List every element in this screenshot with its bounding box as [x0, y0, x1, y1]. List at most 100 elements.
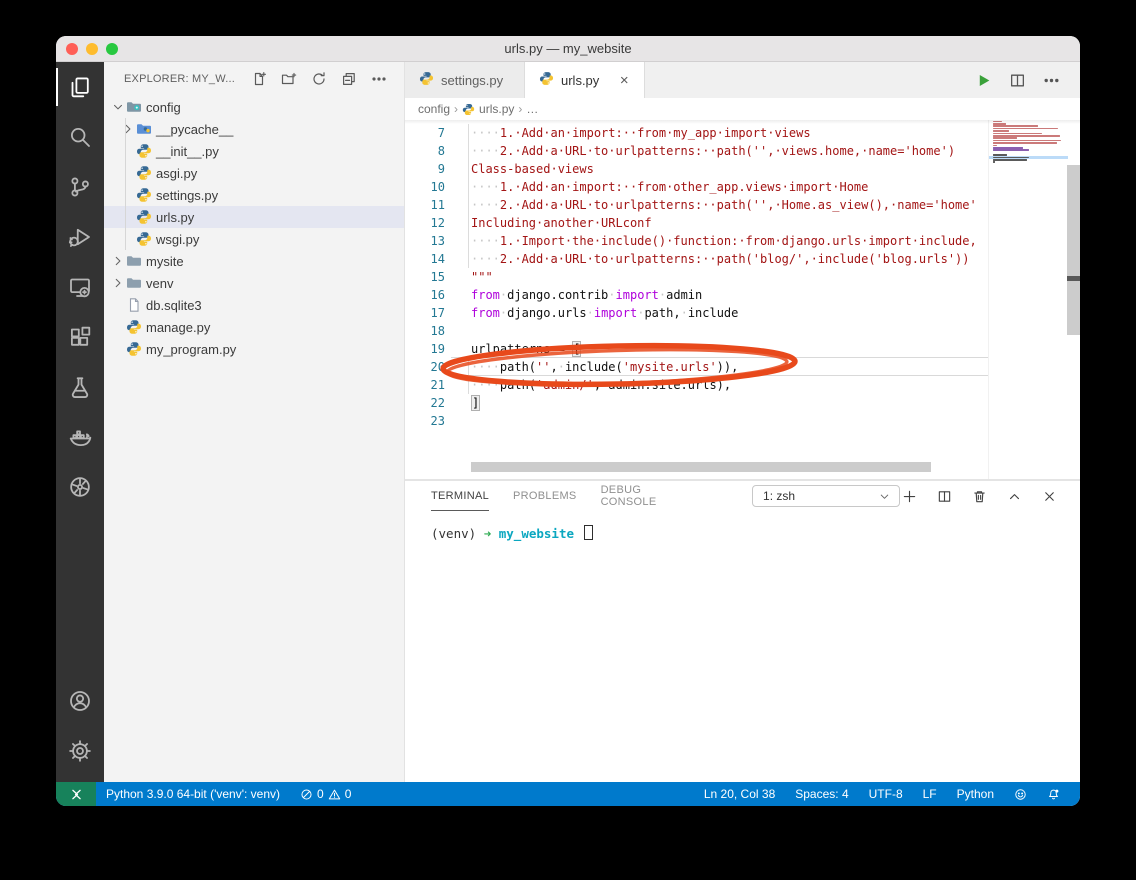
tweet-feedback[interactable]	[1004, 782, 1037, 806]
folder-icon	[126, 275, 146, 291]
titlebar[interactable]: urls.py — my_website	[56, 36, 1080, 62]
new-file-button[interactable]	[249, 69, 269, 89]
panel-tab-terminal[interactable]: TERMINAL	[431, 482, 489, 511]
terminal-content[interactable]: (venv) ➜ my_website	[405, 511, 1080, 782]
tree-item-settings-py[interactable]: settings.py	[104, 184, 404, 206]
activity-item-accounts[interactable]	[56, 676, 104, 726]
activity-item-manage[interactable]	[56, 726, 104, 776]
line-number: 15	[405, 268, 445, 286]
tree-item-label: settings.py	[156, 188, 218, 203]
notifications-bell[interactable]	[1037, 782, 1070, 806]
vertical-scrollbar[interactable]	[1067, 120, 1080, 480]
tree-item-manage-py[interactable]: manage.py	[104, 316, 404, 338]
line-number: 16	[405, 286, 445, 304]
tree-item-config[interactable]: config	[104, 96, 404, 118]
terminal-select[interactable]: 1: zsh	[752, 485, 900, 507]
indentation[interactable]: Spaces: 4	[785, 782, 858, 806]
status-bar: Python 3.9.0 64-bit ('venv': venv)00 Ln …	[56, 782, 1080, 806]
maximize-panel-button[interactable]	[1005, 487, 1023, 505]
tree-item-wsgi-py[interactable]: wsgi.py	[104, 228, 404, 250]
activity-item-run-and-debug[interactable]	[56, 212, 104, 262]
language-mode[interactable]: Python	[947, 782, 1004, 806]
bell-icon	[1047, 788, 1060, 801]
vscode-window: urls.py — my_website EXPLORER: MY_W... c…	[56, 36, 1080, 806]
code-text: from·django.contrib·import·admin	[445, 286, 702, 304]
collapse-folders-button[interactable]	[339, 69, 359, 89]
activity-item-extensions[interactable]	[56, 312, 104, 362]
kubernetes-icon	[68, 475, 92, 499]
python-icon	[419, 71, 434, 89]
tab-urls-py[interactable]: urls.py×	[525, 62, 645, 98]
tree-item-__init__-py[interactable]: __init__.py	[104, 140, 404, 162]
views-and-more-actions-button[interactable]	[369, 69, 389, 89]
minimize-window-button[interactable]	[86, 43, 98, 55]
warning-icon	[328, 788, 341, 801]
minimap[interactable]	[988, 120, 1067, 480]
remote-indicator[interactable]	[56, 782, 96, 806]
tree-item-label: urls.py	[156, 210, 194, 225]
new-terminal-button[interactable]	[900, 487, 918, 505]
warning-count: 0	[345, 787, 352, 801]
line-number: 9	[405, 160, 445, 178]
code-text	[445, 412, 471, 430]
code-line-19: 19urlpatterns·=·[	[405, 340, 988, 358]
editor-actions	[974, 62, 1080, 98]
activity-item-source-control[interactable]	[56, 162, 104, 212]
tree-item-my_program-py[interactable]: my_program.py	[104, 338, 404, 360]
new-folder-button[interactable]	[279, 69, 299, 89]
code-text: ····2.·Add·a·URL·to·urlpatterns:··path('…	[445, 250, 970, 268]
panel-tab-debug-console[interactable]: DEBUG CONSOLE	[601, 482, 666, 511]
minimap-line	[993, 142, 1057, 144]
tree-item-asgi-py[interactable]: asgi.py	[104, 162, 404, 184]
line-number: 19	[405, 340, 445, 358]
breadcrumb-separator: ›	[518, 102, 522, 116]
run-python-file-button[interactable]	[974, 71, 992, 89]
activity-item-explorer[interactable]	[56, 62, 104, 112]
cursor-position[interactable]: Ln 20, Col 38	[694, 782, 785, 806]
code-editor[interactable]: 6Function·views7····1.·Add·an·import:··f…	[405, 120, 1080, 480]
more-actions-button[interactable]	[1042, 71, 1060, 89]
more-icon	[371, 71, 387, 87]
close-window-button[interactable]	[66, 43, 78, 55]
breadcrumb-item[interactable]: …	[526, 102, 538, 116]
code-line-6: 6Function·views	[405, 120, 988, 124]
folder-config-icon	[126, 99, 146, 115]
tree-item-db-sqlite3[interactable]: db.sqlite3	[104, 294, 404, 316]
python-icon	[126, 319, 146, 335]
activity-item-docker[interactable]	[56, 412, 104, 462]
close-tab-icon[interactable]: ×	[616, 72, 632, 89]
tree-item-venv[interactable]: venv	[104, 272, 404, 294]
activity-item-kubernetes[interactable]	[56, 462, 104, 512]
zoom-window-button[interactable]	[106, 43, 118, 55]
code-line-10: 10····1.·Add·an·import:··from·other_app.…	[405, 178, 988, 196]
code-text: ····1.·Import·the·include()·function:·fr…	[445, 232, 977, 250]
kill-terminal-button[interactable]	[970, 487, 988, 505]
encoding[interactable]: UTF-8	[859, 782, 913, 806]
tree-item-__pycache__[interactable]: __pycache__	[104, 118, 404, 140]
tree-item-label: config	[146, 100, 181, 115]
python-interpreter[interactable]: Python 3.9.0 64-bit ('venv': venv)	[96, 782, 290, 806]
refresh-icon	[311, 71, 327, 87]
activity-item-remote-explorer[interactable]	[56, 262, 104, 312]
activity-item-testing[interactable]	[56, 362, 104, 412]
tree-item-urls-py[interactable]: urls.py	[104, 206, 404, 228]
vertical-scrollbar-thumb[interactable]	[1067, 165, 1080, 335]
breadcrumb-item[interactable]: urls.py	[462, 102, 514, 116]
activity-item-search[interactable]	[56, 112, 104, 162]
tab-settings-py[interactable]: settings.py	[405, 62, 525, 98]
code-text: Including·another·URLconf	[445, 214, 652, 232]
problems-summary[interactable]: 00	[290, 782, 361, 806]
tree-item-mysite[interactable]: mysite	[104, 250, 404, 272]
refresh-explorer-button[interactable]	[309, 69, 329, 89]
collapse-all-icon	[341, 71, 357, 87]
split-terminal-button[interactable]	[935, 487, 953, 505]
breadcrumb-item[interactable]: config	[418, 102, 450, 116]
panel-tab-problems[interactable]: PROBLEMS	[513, 482, 577, 511]
minimap-line	[993, 149, 1029, 151]
horizontal-scrollbar-thumb[interactable]	[471, 462, 931, 472]
eol-sequence[interactable]: LF	[913, 782, 947, 806]
close-panel-button[interactable]	[1040, 487, 1058, 505]
horizontal-scrollbar[interactable]	[405, 462, 988, 472]
gear-icon	[68, 739, 92, 763]
split-editor-button[interactable]	[1008, 71, 1026, 89]
